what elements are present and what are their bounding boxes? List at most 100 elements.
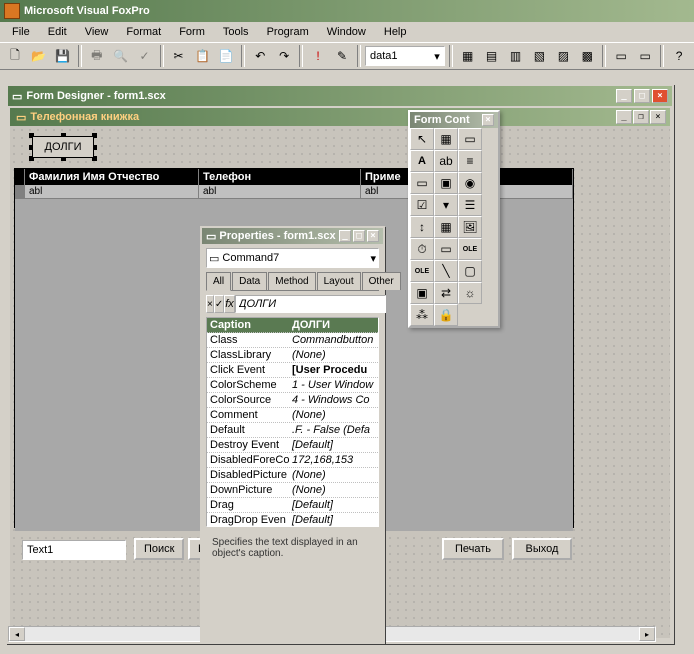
misc-tool[interactable]: ▭	[458, 128, 482, 150]
print-button[interactable]: 🖶	[86, 45, 108, 67]
pageframe-tool[interactable]: ▭	[434, 238, 458, 260]
palette-titlebar[interactable]: Form Cont ×	[410, 112, 498, 128]
property-row[interactable]: Click Event[User Procedu	[207, 363, 378, 378]
property-row[interactable]: DisabledForeCo172,168,153	[207, 453, 378, 468]
hyperlink-tool[interactable]: ☼	[458, 282, 482, 304]
property-row[interactable]: Destroy Event[Default]	[207, 438, 378, 453]
container-tool[interactable]: ▣	[410, 282, 434, 304]
dolgi-button[interactable]: ДОЛГИ	[32, 136, 94, 158]
select-tool[interactable]: ↖	[410, 128, 434, 150]
optiongroup-tool[interactable]: ◉	[458, 172, 482, 194]
button-lock-tool[interactable]: 🔒	[434, 304, 458, 326]
text1-input[interactable]	[22, 540, 126, 560]
property-row[interactable]: DragDrop Even[Default]	[207, 513, 378, 527]
shape-tool[interactable]: ▢	[458, 260, 482, 282]
new-button[interactable]: 🗋	[4, 45, 26, 67]
property-row[interactable]: DownPicture(None)	[207, 483, 378, 498]
tab-other[interactable]: Other	[362, 272, 401, 290]
menu-form[interactable]: Form	[171, 24, 213, 40]
checkbox-tool[interactable]: ☑	[410, 194, 434, 216]
separator-tool[interactable]: ⇄	[434, 282, 458, 304]
commandbutton-tool[interactable]: ▭	[410, 172, 434, 194]
open-button[interactable]: 📂	[28, 45, 50, 67]
exit-button[interactable]: Выход	[512, 538, 572, 560]
prop-max-button[interactable]: □	[353, 230, 365, 242]
menu-tools[interactable]: Tools	[215, 24, 257, 40]
autoform-button[interactable]: ▤	[481, 45, 503, 67]
tab-all[interactable]: All	[206, 272, 231, 291]
builder-button[interactable]: ▨	[552, 45, 574, 67]
database-combo[interactable]: data1▾	[365, 46, 445, 66]
print-button[interactable]: Печать	[442, 538, 504, 560]
cut-button[interactable]: ✂	[168, 45, 190, 67]
palette-close-button[interactable]: ×	[482, 114, 494, 126]
undo-button[interactable]: ↶	[249, 45, 271, 67]
search-button[interactable]: Поиск	[134, 538, 184, 560]
save-button[interactable]: 💾	[52, 45, 74, 67]
menu-program[interactable]: Program	[259, 24, 317, 40]
cancel-edit-button[interactable]: ×	[206, 295, 214, 313]
form-designer-titlebar[interactable]: ▭ Form Designer - form1.scx _ □ ×	[8, 86, 672, 106]
view-classes-tool[interactable]: ▦	[434, 128, 458, 150]
builder-lock-tool[interactable]: ⁂	[410, 304, 434, 326]
tab-layout[interactable]: Layout	[317, 272, 361, 290]
property-list[interactable]: CaptionДОЛГИClassCommandbuttonClassLibra…	[206, 317, 379, 527]
listbox-tool[interactable]: ☰	[458, 194, 482, 216]
menu-help[interactable]: Help	[376, 24, 415, 40]
col-tel[interactable]: Телефон	[199, 169, 361, 185]
textbox-tool[interactable]: ab	[434, 150, 458, 172]
menu-file[interactable]: File	[4, 24, 38, 40]
properties-titlebar[interactable]: ▭ Properties - form1.scx _ □ ×	[202, 228, 383, 244]
property-value-input[interactable]	[235, 295, 386, 313]
child-restore-button[interactable]: ❐	[633, 110, 649, 124]
property-row[interactable]: ColorSource4 - Windows Co	[207, 393, 378, 408]
modify-button[interactable]: ✎	[331, 45, 353, 67]
spell-button[interactable]: ✓	[134, 45, 156, 67]
window2-button[interactable]: ▭	[634, 45, 656, 67]
grid-tool[interactable]: ▦	[434, 216, 458, 238]
form-controls-palette[interactable]: Form Cont × ↖▦▭ Aab≡ ▭▣◉ ☑▾☰ ↕▦🖼 ⏱▭OLE O…	[408, 110, 500, 328]
menu-format[interactable]: Format	[118, 24, 169, 40]
paste-button[interactable]: 📄	[215, 45, 237, 67]
menu-edit[interactable]: Edit	[40, 24, 75, 40]
prop-close-button[interactable]: ×	[367, 230, 379, 242]
property-row[interactable]: DisabledPicture(None)	[207, 468, 378, 483]
tools-button[interactable]: ▩	[576, 45, 598, 67]
oleboundcontrol-tool[interactable]: OLE	[410, 260, 434, 282]
redo-button[interactable]: ↷	[273, 45, 295, 67]
minimize-button[interactable]: _	[616, 89, 632, 103]
tab-methods[interactable]: Method	[268, 272, 315, 290]
editbox-tool[interactable]: ≡	[458, 150, 482, 172]
prop-min-button[interactable]: _	[339, 230, 351, 242]
fx-button[interactable]: fx	[224, 295, 235, 313]
copy-button[interactable]: 📋	[191, 45, 213, 67]
commandgroup-tool[interactable]: ▣	[434, 172, 458, 194]
wizard-button[interactable]: ▧	[528, 45, 550, 67]
window1-button[interactable]: ▭	[610, 45, 632, 67]
menu-window[interactable]: Window	[319, 24, 374, 40]
property-row[interactable]: Drag[Default]	[207, 498, 378, 513]
timer-tool[interactable]: ⏱	[410, 238, 434, 260]
child-min-button[interactable]: _	[616, 110, 632, 124]
col-fio[interactable]: Фамилия Имя Отчество	[25, 169, 199, 185]
image-tool[interactable]: 🖼	[458, 216, 482, 238]
property-row[interactable]: Default.F. - False (Defa	[207, 423, 378, 438]
form-button[interactable]: ▦	[457, 45, 479, 67]
scroll-left-button[interactable]: ◂	[9, 627, 25, 641]
run-button[interactable]: !	[307, 45, 329, 67]
property-row[interactable]: ClassCommandbutton	[207, 333, 378, 348]
property-row[interactable]: Comment(None)	[207, 408, 378, 423]
property-row[interactable]: CaptionДОЛГИ	[207, 318, 378, 333]
property-row[interactable]: ClassLibrary(None)	[207, 348, 378, 363]
line-tool[interactable]: ╲	[434, 260, 458, 282]
autoreport-button[interactable]: ▥	[505, 45, 527, 67]
child-close-button[interactable]: ×	[650, 110, 666, 124]
object-selector[interactable]: ▭Command7 ▾	[206, 248, 379, 268]
accept-edit-button[interactable]: ✓	[214, 295, 224, 313]
menu-view[interactable]: View	[77, 24, 117, 40]
combobox-tool[interactable]: ▾	[434, 194, 458, 216]
preview-button[interactable]: 🔍	[110, 45, 132, 67]
maximize-button[interactable]: □	[634, 89, 650, 103]
scroll-right-button[interactable]: ▸	[639, 627, 655, 641]
ole-tool[interactable]: OLE	[458, 238, 482, 260]
